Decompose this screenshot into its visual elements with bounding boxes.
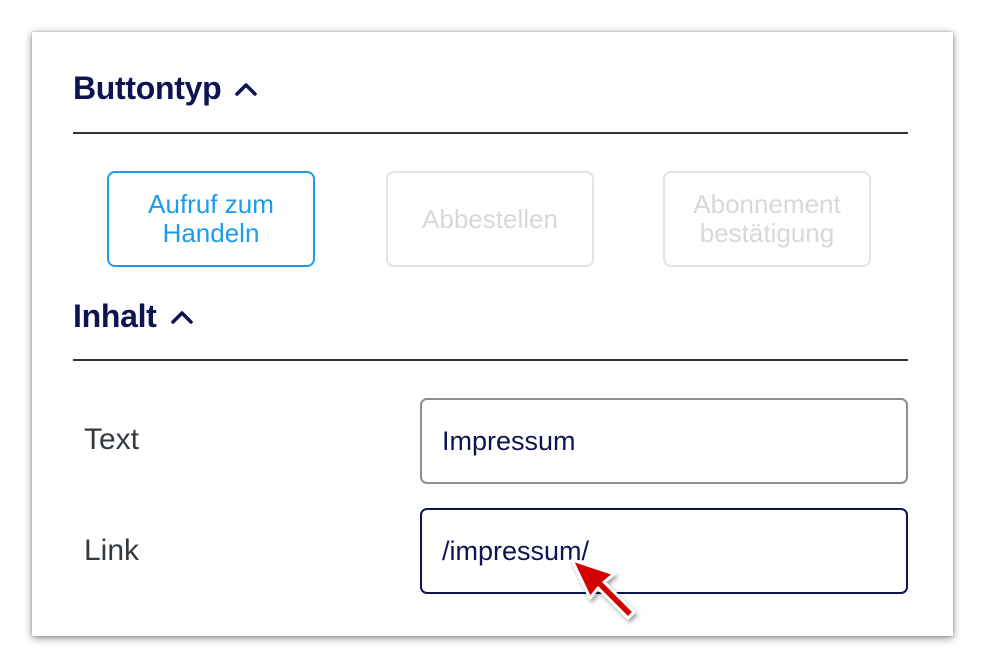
link-field-label: Link	[84, 534, 140, 567]
section-title-button-type: Buttontyp	[73, 70, 222, 106]
button-type-label-line1: Aufruf zum	[148, 189, 274, 219]
button-type-unsubscribe[interactable]: Abbestellen	[386, 171, 594, 267]
red-arrow-pointer-icon	[566, 554, 646, 634]
text-field-label: Text	[84, 423, 140, 456]
chevron-up-icon[interactable]	[235, 82, 258, 96]
button-type-call-to-action[interactable]: Aufruf zum Handeln	[107, 171, 315, 267]
section-title-content: Inhalt	[73, 298, 157, 334]
text-input[interactable]: Impressum	[420, 398, 908, 484]
section-divider	[73, 132, 908, 134]
button-type-subscription-confirmation[interactable]: Abonnement bestätigung	[663, 171, 871, 267]
link-input[interactable]: /impressum/	[420, 508, 908, 594]
text-input-value: Impressum	[442, 425, 576, 456]
button-type-label-line2: bestätigung	[699, 218, 835, 248]
button-type-label-line1: Abbestellen	[422, 203, 558, 234]
chevron-up-icon[interactable]	[170, 310, 193, 324]
button-settings-panel: Buttontyp Aufruf zum Handeln Abbestellen…	[32, 32, 953, 636]
section-header-content[interactable]: Inhalt	[73, 298, 193, 335]
button-type-label-line2: Handeln	[162, 218, 260, 248]
section-header-button-type[interactable]: Buttontyp	[73, 70, 258, 107]
section-divider	[73, 359, 908, 361]
button-type-label-line1: Abonnement	[693, 189, 841, 219]
